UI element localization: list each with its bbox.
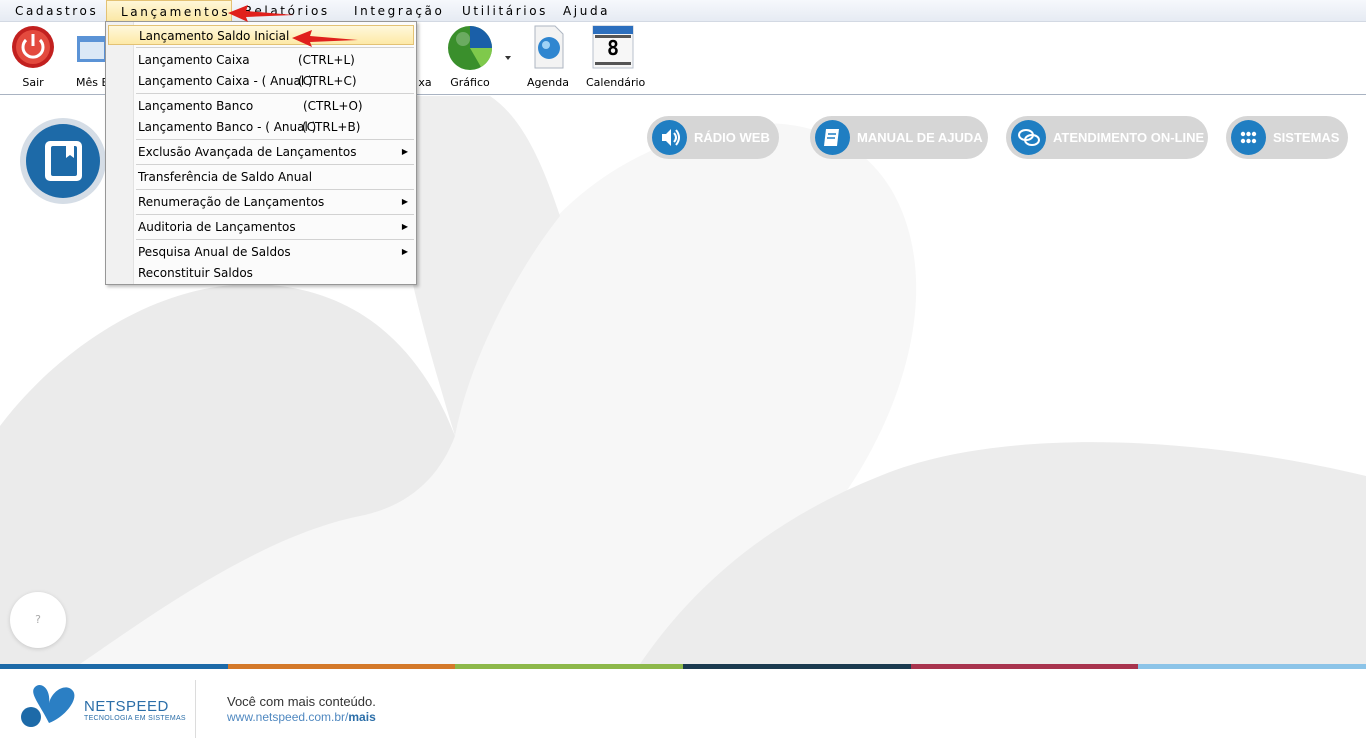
menu-item-shortcut: (CTRL+L) — [298, 53, 355, 67]
caixa-label: xa — [418, 76, 432, 89]
agenda-label: Agenda — [527, 76, 569, 89]
agenda-button[interactable]: Agenda — [524, 22, 572, 94]
lancamentos-dropdown: Lançamento Saldo Inicial Lançamento Caix… — [105, 21, 417, 285]
brand-subtitle: TECNOLOGIA EM SISTEMAS — [84, 715, 186, 722]
menu-item-label: Lançamento Saldo Inicial — [139, 29, 290, 43]
menu-item-label: Lançamento Caixa — [138, 53, 250, 67]
sistemas-button[interactable]: SISTEMAS — [1226, 116, 1348, 159]
pie-chart-icon — [448, 26, 492, 70]
footer-tagline: Você com mais conteúdo. — [227, 694, 376, 709]
menu-item-label: Transferência de Saldo Anual — [138, 170, 313, 184]
menu-item-label: Reconstituir Saldos — [138, 266, 253, 280]
menu-separator — [136, 93, 414, 94]
grafico-dropdown-button[interactable] — [502, 22, 514, 94]
calendario-button[interactable]: 8 Calendário — [586, 22, 646, 94]
menu-item-renumeracao[interactable]: Renumeração de Lançamentos ▶ — [138, 192, 414, 212]
annotation-arrow-icon — [228, 5, 294, 22]
menu-item-exclusao-avancada[interactable]: Exclusão Avançada de Lançamentos ▶ — [138, 142, 414, 162]
menu-lancamentos[interactable]: Lançamentos — [106, 0, 232, 22]
manual-ajuda-button[interactable]: MANUAL DE AJUDA — [810, 116, 988, 159]
footer-link-suffix: mais — [348, 710, 376, 724]
menu-item-shortcut: (CTRL+O) — [303, 99, 363, 113]
menu-utilitarios[interactable]: Utilitários — [462, 0, 548, 22]
footer-divider — [195, 680, 196, 738]
menu-item-label: Lançamento Banco — [138, 99, 254, 113]
radio-web-label: RÁDIO WEB — [694, 130, 770, 145]
menu-item-label: Pesquisa Anual de Saldos — [138, 245, 291, 259]
menu-item-label: Exclusão Avançada de Lançamentos — [138, 145, 357, 159]
caixa-button[interactable]: xa — [416, 22, 434, 94]
menu-separator — [136, 139, 414, 140]
menu-item-lancamento-banco-anual[interactable]: Lançamento Banco - ( Anual ) (CTRL+B) — [138, 117, 414, 137]
manual-ajuda-label: MANUAL DE AJUDA — [857, 130, 983, 145]
menu-item-auditoria[interactable]: Auditoria de Lançamentos ▶ — [138, 217, 414, 237]
menu-ajuda[interactable]: Ajuda — [563, 0, 610, 22]
grafico-button[interactable]: Gráfico — [442, 22, 498, 94]
grafico-label: Gráfico — [450, 76, 490, 89]
dropdown-gutter — [106, 22, 134, 284]
menu-integracao[interactable]: Integração — [354, 0, 444, 22]
sistemas-label: SISTEMAS — [1273, 130, 1340, 145]
menu-item-label: Lançamento Banco - ( Anual ) — [138, 120, 317, 134]
menu-item-lancamento-banco[interactable]: Lançamento Banco (CTRL+O) — [138, 96, 414, 116]
agenda-icon — [534, 25, 564, 69]
menu-cadastros[interactable]: Cadastros — [15, 0, 98, 22]
menu-item-saldo-inicial[interactable]: Lançamento Saldo Inicial — [108, 25, 414, 45]
radio-web-button[interactable]: RÁDIO WEB — [647, 116, 779, 159]
calendar-month-icon — [77, 36, 107, 62]
menu-separator — [136, 47, 414, 48]
book-icon[interactable] — [26, 124, 100, 198]
grid-icon — [1231, 120, 1266, 155]
sair-label: Sair — [22, 76, 44, 89]
menu-separator — [136, 164, 414, 165]
menu-item-lancamento-caixa-anual[interactable]: Lançamento Caixa - ( Anual ) (CTRL+C) — [138, 71, 414, 91]
menu-item-label: Auditoria de Lançamentos — [138, 220, 296, 234]
book-icon-graphic — [45, 141, 82, 181]
menu-separator — [136, 214, 414, 215]
menu-item-transferencia-saldo[interactable]: Transferência de Saldo Anual — [138, 167, 414, 187]
calendario-label: Calendário — [586, 76, 646, 89]
footer-link[interactable]: www.netspeed.com.br/mais — [227, 710, 376, 724]
submenu-arrow-icon: ▶ — [401, 197, 408, 206]
annotation-arrow-icon — [292, 30, 358, 47]
brand-name: NETSPEED — [84, 698, 169, 715]
submenu-arrow-icon: ▶ — [401, 147, 408, 156]
menu-item-label: Renumeração de Lançamentos — [138, 195, 325, 209]
menu-item-shortcut: (CTRL+C) — [298, 74, 357, 88]
submenu-arrow-icon: ▶ — [401, 222, 408, 231]
sair-button[interactable]: Sair — [8, 22, 58, 94]
menu-bar: Cadastros Lançamentos Relatórios Integra… — [0, 0, 1366, 22]
manual-book-icon — [815, 120, 850, 155]
speaker-icon — [652, 120, 687, 155]
menu-item-label: Lançamento Caixa - ( Anual ) — [138, 74, 313, 88]
power-icon — [12, 26, 54, 68]
menu-item-pesquisa-anual[interactable]: Pesquisa Anual de Saldos ▶ — [138, 242, 414, 262]
footer-link-prefix: www.netspeed.com.br/ — [227, 710, 349, 724]
menu-item-lancamento-caixa[interactable]: Lançamento Caixa (CTRL+L) — [138, 50, 414, 70]
submenu-arrow-icon: ▶ — [401, 247, 408, 256]
menu-separator — [136, 239, 414, 240]
menu-item-reconstituir-saldos[interactable]: Reconstituir Saldos — [138, 263, 414, 283]
footer — [0, 669, 1366, 743]
help-button[interactable]: ? — [10, 592, 66, 648]
atendimento-online-button[interactable]: ATENDIMENTO ON-LINE — [1006, 116, 1208, 159]
atendimento-online-label: ATENDIMENTO ON-LINE — [1053, 130, 1205, 145]
calendar-day: 8 — [606, 36, 620, 60]
chevron-down-icon — [505, 56, 511, 60]
netspeed-logo-icon — [21, 684, 75, 727]
menu-item-shortcut: (CTRL+B) — [302, 120, 361, 134]
chat-icon — [1011, 120, 1046, 155]
menu-separator — [136, 189, 414, 190]
